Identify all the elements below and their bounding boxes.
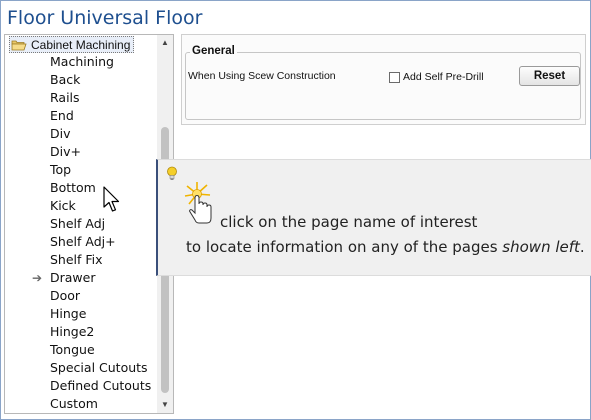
tree-root-cabinet-machining[interactable]: Cabinet Machining xyxy=(9,36,135,53)
tip-line-2-emphasis: shown left xyxy=(502,238,580,256)
folder-open-icon xyxy=(11,39,27,51)
tree-item-label: Hinge2 xyxy=(50,324,95,339)
tree-item-label: Top xyxy=(50,162,72,177)
tip-line-2-suffix: . xyxy=(579,238,585,256)
tree-root-label: Cabinet Machining xyxy=(31,37,131,52)
tree-item-label: Door xyxy=(50,288,81,303)
tree-item-label: Back xyxy=(50,72,81,87)
pre-drill-checkbox-wrap[interactable]: Add Self Pre-Drill xyxy=(389,71,484,83)
tree-item[interactable]: Back xyxy=(5,71,157,89)
tree-item-label: Drawer xyxy=(50,270,96,285)
tree-item-label: Shelf Fix xyxy=(50,252,103,267)
screw-construction-label: When Using Scew Construction xyxy=(188,70,336,82)
page-tree: Cabinet Machining Machining Back Rails End D… xyxy=(4,34,174,414)
tree-item-label: Bottom xyxy=(50,180,96,195)
tip-line-2-prefix: to locate information on any of the page… xyxy=(186,238,503,256)
tree-items: Machining Back Rails End Div Div+ Top Bottom Kic… xyxy=(5,53,157,413)
tree-item[interactable]: Div+ xyxy=(5,143,157,161)
scroll-down-arrow-icon[interactable]: ▼ xyxy=(157,397,173,413)
tree-item[interactable]: Div xyxy=(5,125,157,143)
general-legend: General xyxy=(190,45,237,57)
tree-item-label: Kick xyxy=(50,198,76,213)
click-hand-icon xyxy=(183,180,219,231)
tree-item-label: Tongue xyxy=(50,342,95,357)
tree-item-label: Custom xyxy=(50,396,98,411)
tree-item-label: End xyxy=(50,108,74,123)
tree-item[interactable]: ➔ Drawer xyxy=(5,269,157,287)
tip-box: click on the page name of interest to lo… xyxy=(156,159,591,276)
selected-arrow-icon: ➔ xyxy=(32,271,43,285)
tree-item-label: Special Cutouts xyxy=(50,360,148,375)
settings-panel: General When Using Scew Construction Add… xyxy=(181,34,586,125)
lightbulb-icon xyxy=(166,166,178,185)
tree-item[interactable]: Shelf Adj+ xyxy=(5,233,157,251)
tree-item[interactable]: End xyxy=(5,107,157,125)
mouse-cursor-icon xyxy=(103,186,121,217)
tree-item[interactable]: Door xyxy=(5,287,157,305)
window: Floor Universal Floor Cabinet Machining … xyxy=(0,0,591,420)
tree-item-label: Div+ xyxy=(50,144,81,159)
tree-item[interactable]: Special Cutouts xyxy=(5,359,157,377)
tree-item-label: Div xyxy=(50,126,71,141)
scroll-up-arrow-icon[interactable]: ▲ xyxy=(157,35,173,51)
tree-item[interactable]: Shelf Adj xyxy=(5,215,157,233)
tree-item-label: Rails xyxy=(50,90,80,105)
general-groupbox: General When Using Scew Construction Add… xyxy=(185,45,581,120)
reset-button[interactable]: Reset xyxy=(519,66,580,86)
tree-item[interactable]: Defined Cutouts xyxy=(5,377,157,395)
tree-item-label: Machining xyxy=(50,54,114,69)
tree-item[interactable]: Machining xyxy=(5,53,157,71)
tree-item[interactable]: Kick xyxy=(5,197,157,215)
tip-line-1: click on the page name of interest xyxy=(220,213,478,231)
window-title: Floor Universal Floor xyxy=(7,7,203,29)
tree-item[interactable]: Tongue xyxy=(5,341,157,359)
tree-item-label: Hinge xyxy=(50,306,87,321)
tree-item-label: Shelf Adj+ xyxy=(50,234,116,249)
tree-item[interactable]: Shelf Fix xyxy=(5,251,157,269)
tree-item-label: Defined Cutouts xyxy=(50,378,152,393)
pre-drill-checkbox-label: Add Self Pre-Drill xyxy=(403,71,484,83)
tree-item[interactable]: Bottom xyxy=(5,179,157,197)
tree-item[interactable]: Custom xyxy=(5,395,157,413)
tree-item[interactable]: Rails xyxy=(5,89,157,107)
tree-item[interactable]: Top xyxy=(5,161,157,179)
tree-item-label: Shelf Adj xyxy=(50,216,106,231)
tree-item[interactable]: Hinge2 xyxy=(5,323,157,341)
tree-item[interactable]: Hinge xyxy=(5,305,157,323)
pre-drill-checkbox[interactable] xyxy=(389,71,400,83)
tip-line-2: to locate information on any of the page… xyxy=(186,238,585,256)
